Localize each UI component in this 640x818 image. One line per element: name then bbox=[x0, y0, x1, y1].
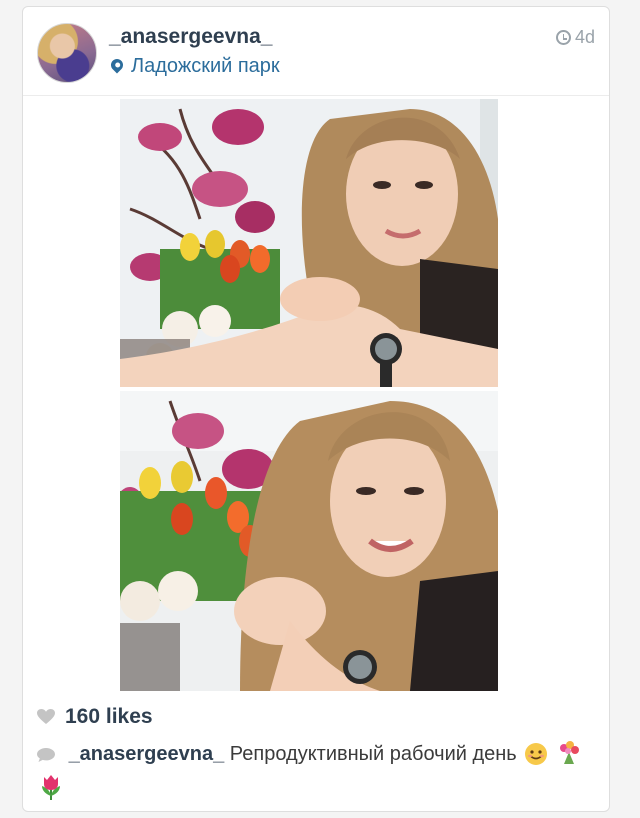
post-caption: _anasergeevna_ Репродуктивный рабочий де… bbox=[37, 737, 597, 805]
bouquet-emoji bbox=[559, 741, 579, 764]
time-label: 4d bbox=[574, 27, 595, 47]
avatar[interactable] bbox=[37, 23, 97, 83]
instagram-post-card: _anasergeevna_ Ладожский парк 4d 160 lik… bbox=[22, 6, 610, 812]
heart-icon bbox=[37, 709, 55, 724]
caption-text: Репродуктивный рабочий день bbox=[229, 743, 517, 765]
username-link[interactable]: _anasergeevna_ bbox=[109, 25, 272, 49]
location-link[interactable]: Ладожский парк bbox=[108, 55, 280, 78]
comment-icon bbox=[37, 748, 55, 762]
location-pin-icon bbox=[108, 56, 126, 73]
likes-label: 160 likes bbox=[65, 705, 153, 728]
post-time: 4d bbox=[555, 27, 595, 48]
clock-icon bbox=[555, 30, 571, 45]
post-photo-top[interactable] bbox=[120, 99, 498, 387]
smiling-face-emoji bbox=[525, 743, 548, 765]
caption-username-link[interactable]: _anasergeevna_ bbox=[69, 743, 225, 765]
tulip-emoji bbox=[42, 775, 60, 800]
likes-count[interactable]: 160 likes bbox=[37, 705, 153, 729]
post-header: _anasergeevna_ Ладожский парк 4d bbox=[23, 7, 609, 96]
location-label: Ладожский парк bbox=[131, 55, 280, 77]
post-photo-bottom[interactable] bbox=[120, 391, 498, 691]
